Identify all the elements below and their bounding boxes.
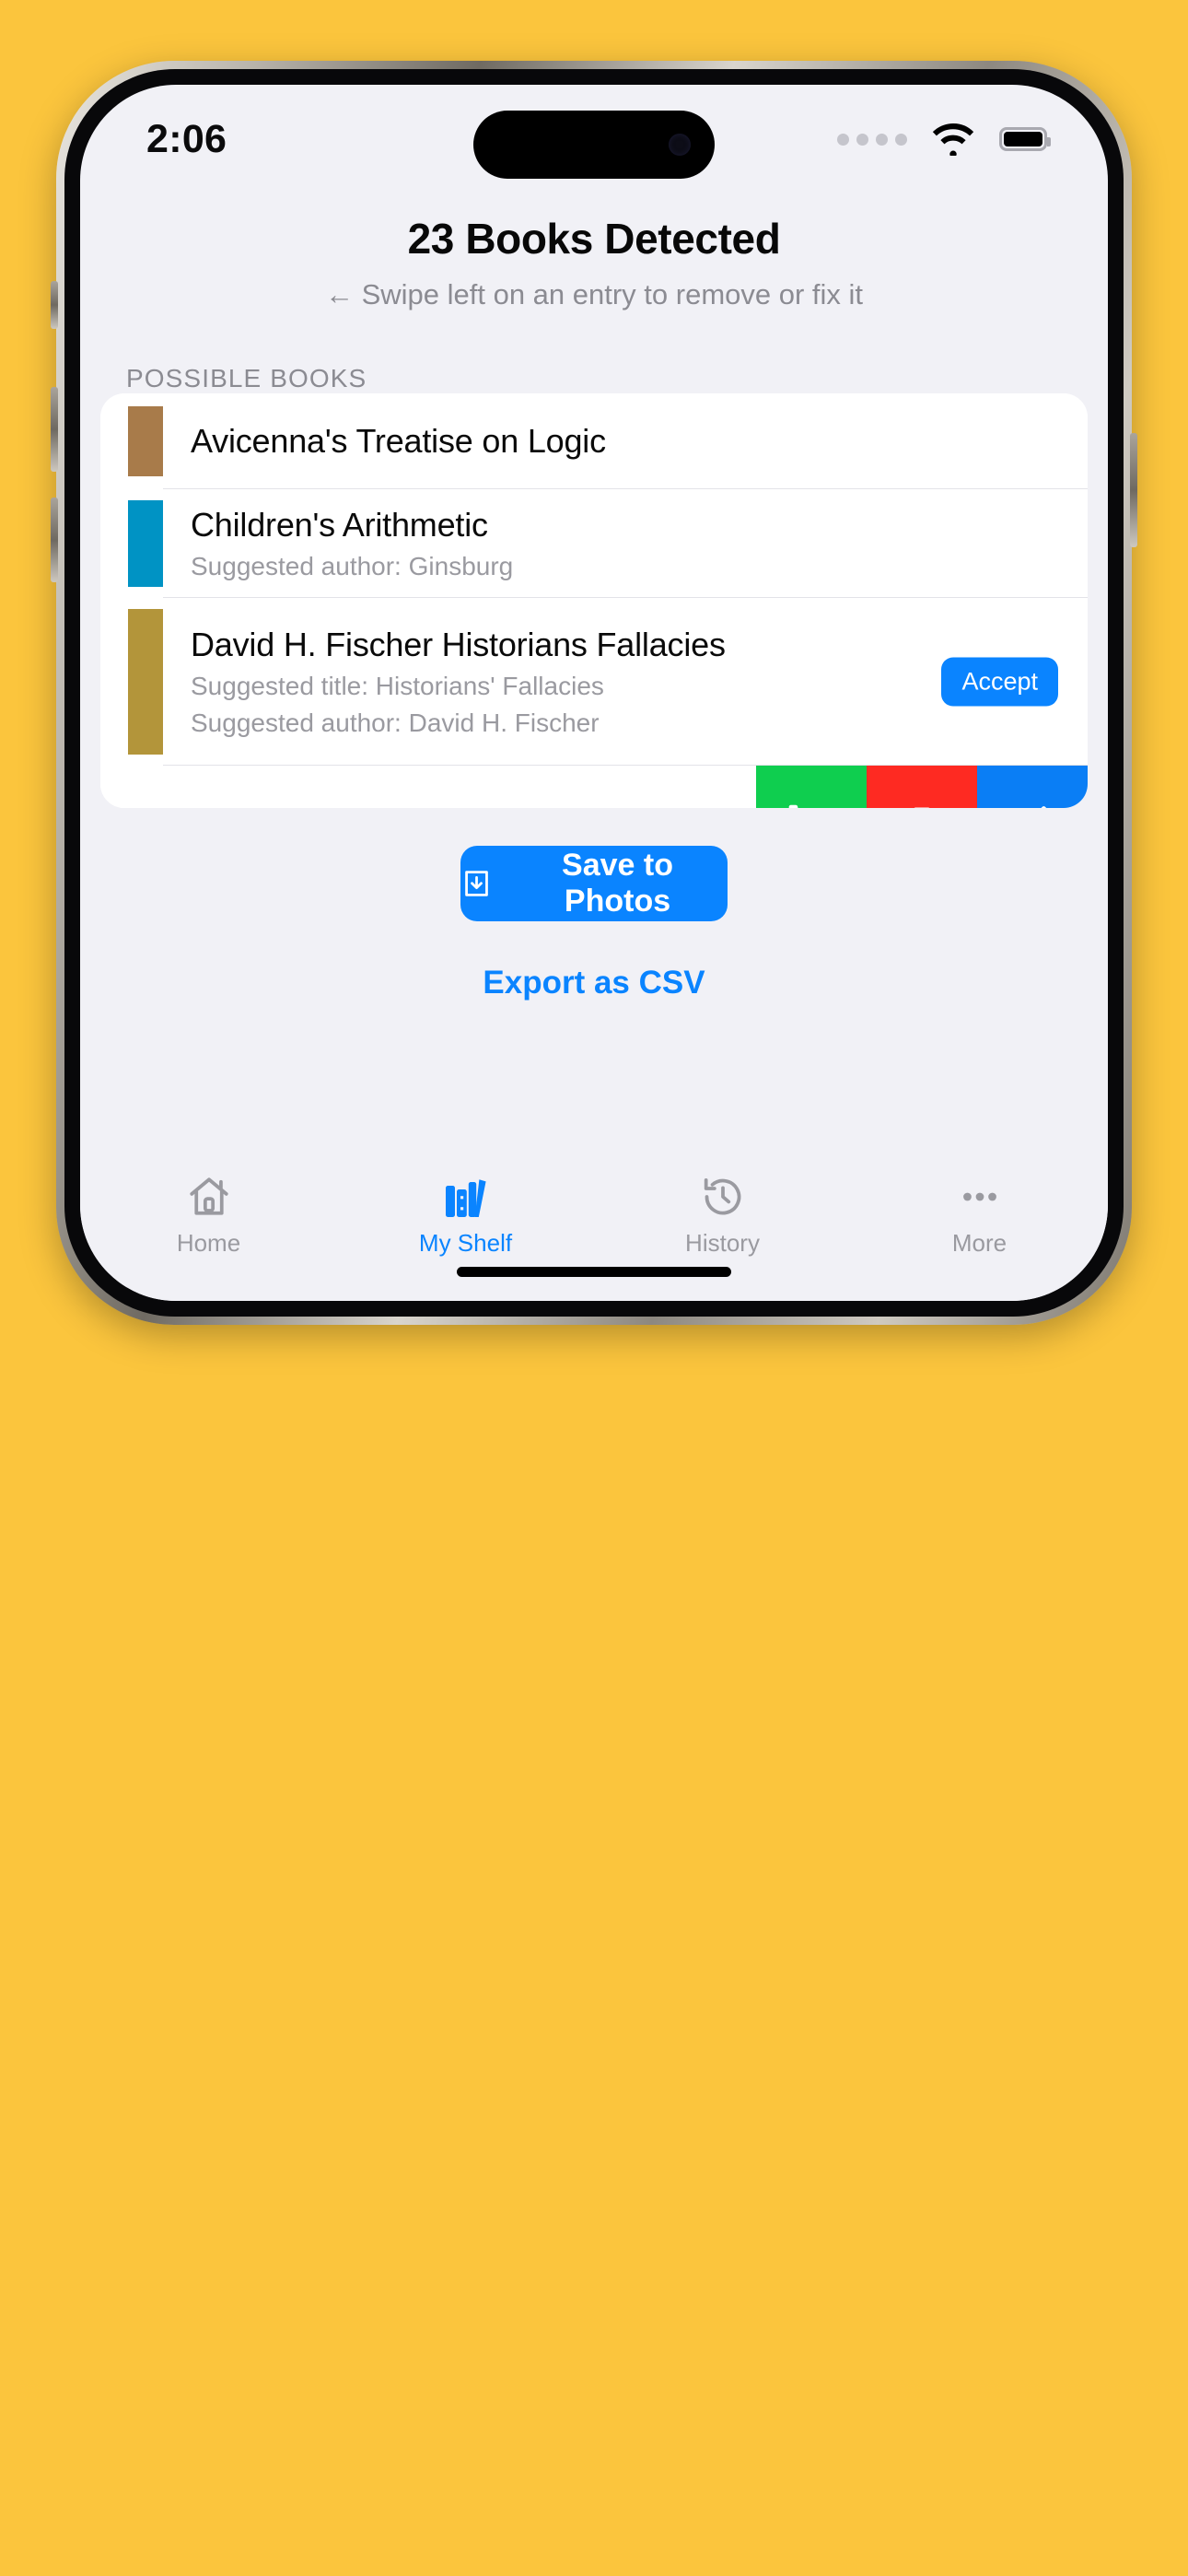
page-subtitle: ← Swipe left on an entry to remove or fi… (324, 278, 864, 310)
book-title: Children's Arithmetic (191, 505, 488, 544)
tab-home[interactable]: Home (80, 1170, 337, 1258)
clock-arrow-icon (704, 1178, 740, 1215)
edit-action-button[interactable] (977, 766, 1088, 808)
wifi-icon (932, 123, 974, 156)
book-color-bar (128, 406, 163, 476)
book-title: Avicenna's Treatise on Logic (191, 421, 606, 460)
table-row[interactable]: Avicenna's Treatise on Logic (100, 393, 1088, 489)
swipe-actions (756, 766, 1088, 808)
cart-action-button[interactable] (756, 766, 867, 808)
front-camera-icon (669, 134, 691, 156)
status-time: 2:06 (146, 116, 227, 161)
app-header: 23 Books Detected ← Swipe left on an ent… (80, 214, 1108, 311)
tab-my-shelf[interactable]: My Shelf (337, 1170, 594, 1258)
cellular-dots-icon (837, 133, 907, 146)
trash-icon (914, 807, 930, 808)
page-title: 23 Books Detected (407, 215, 781, 263)
table-row[interactable]: David H. Fischer Historians Fallacies Su… (100, 598, 1088, 766)
table-row-swiped[interactable]: Borges (100, 766, 1088, 808)
home-indicator[interactable] (457, 1267, 731, 1277)
cart-icon (788, 804, 798, 808)
power-button[interactable] (1130, 433, 1137, 547)
pencil-icon (1041, 806, 1047, 808)
book-suggested-author: Suggested author: Ginsburg (191, 551, 514, 580)
home-icon-wrap (186, 1170, 232, 1220)
book-list[interactable]: Avicenna's Treatise on Logic Children's … (100, 393, 1088, 808)
tab-home-label: Home (176, 1229, 241, 1257)
books-icon (445, 1179, 486, 1217)
phone-screen: 2:06 23 Books Detected ← Swipe left on a… (80, 85, 1108, 1301)
save-to-photos-button[interactable]: Save to Photos (460, 846, 728, 921)
book-color-bar (128, 500, 163, 587)
ellipsis-icon-wrap (957, 1170, 1003, 1220)
tab-history[interactable]: History (594, 1170, 851, 1258)
export-csv-button[interactable]: Export as CSV (483, 965, 705, 1001)
silent-switch[interactable] (51, 281, 58, 329)
tab-more-label: More (951, 1229, 1007, 1257)
delete-action-button[interactable] (867, 766, 977, 808)
save-to-photos-label: Save to Photos (562, 848, 673, 919)
tab-my-shelf-label: My Shelf (418, 1229, 513, 1257)
dynamic-island (473, 111, 715, 179)
volume-down-button[interactable] (51, 498, 58, 582)
books-icon-wrap (442, 1170, 490, 1220)
tab-bar: Home My Shelf History More (80, 1153, 1108, 1301)
status-icons (837, 123, 1051, 156)
clock-arrow-icon-wrap (700, 1170, 746, 1220)
book-color-bar (128, 609, 163, 755)
home-icon (189, 1177, 228, 1215)
volume-up-button[interactable] (51, 387, 58, 472)
tab-more[interactable]: More (851, 1170, 1108, 1258)
section-header-possible-books: POSSIBLE BOOKS (126, 364, 367, 392)
tab-history-label: History (685, 1229, 760, 1257)
battery-full-icon (999, 127, 1051, 151)
table-row[interactable]: Children's Arithmetic Suggested author: … (100, 489, 1088, 598)
swiped-row-content[interactable]: Borges (100, 766, 756, 808)
download-icon (465, 871, 488, 896)
accept-button[interactable]: Accept (941, 657, 1058, 706)
ellipsis-icon (962, 1192, 996, 1201)
book-suggested-author: Suggested author: David H. Fischer (191, 708, 600, 737)
